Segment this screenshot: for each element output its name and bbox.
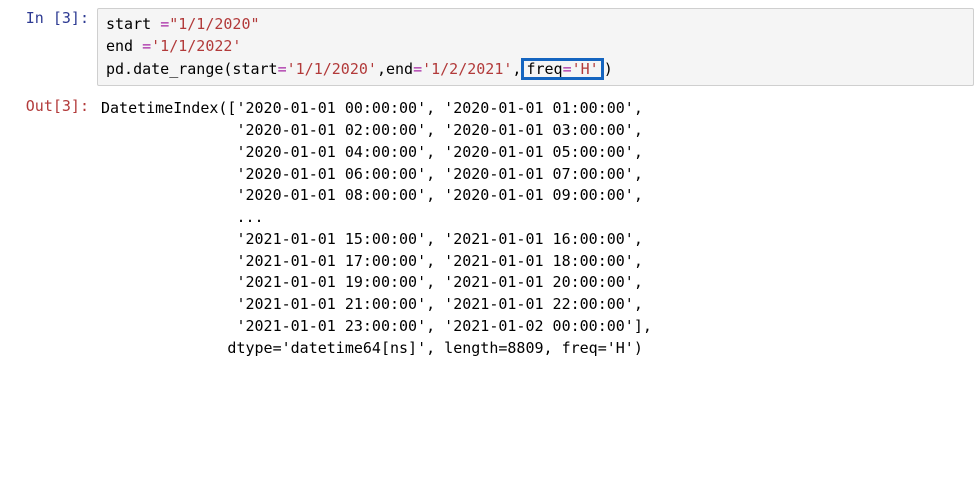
code-token: '1/1/2022' — [151, 37, 241, 55]
code-token: "1/1/2020" — [169, 15, 259, 33]
code-token: freq — [526, 60, 562, 78]
output-line: dtype='datetime64[ns]', length=8809, fre… — [101, 339, 643, 357]
highlight-box: freq='H' — [521, 58, 603, 81]
code-output: DatetimeIndex(['2020-01-01 00:00:00', '2… — [97, 96, 974, 361]
output-line: '2021-01-01 17:00:00', '2021-01-01 18:00… — [101, 252, 643, 270]
code-token: '1/1/2020' — [287, 60, 377, 78]
output-cell: Out[3]: DatetimeIndex(['2020-01-01 00:00… — [4, 96, 974, 361]
output-line: DatetimeIndex(['2020-01-01 00:00:00', '2… — [101, 99, 643, 117]
code-token: start — [106, 15, 160, 33]
code-token: pd.date_range(start — [106, 60, 278, 78]
input-cell: In [3]: start ="1/1/2020" end ='1/1/2022… — [4, 8, 974, 86]
input-prompt: In [3]: — [4, 8, 97, 30]
code-token: 'H' — [572, 60, 599, 78]
code-input[interactable]: start ="1/1/2020" end ='1/1/2022' pd.dat… — [97, 8, 974, 86]
code-token: = — [160, 15, 169, 33]
code-token: = — [278, 60, 287, 78]
output-line: '2020-01-01 06:00:00', '2020-01-01 07:00… — [101, 165, 643, 183]
code-token: '1/2/2021' — [422, 60, 512, 78]
code-token: end — [106, 37, 142, 55]
output-line: '2021-01-01 21:00:00', '2021-01-01 22:00… — [101, 295, 643, 313]
code-token: , — [512, 60, 521, 78]
output-line: '2020-01-01 02:00:00', '2020-01-01 03:00… — [101, 121, 643, 139]
code-token: ,end — [377, 60, 413, 78]
output-line: '2021-01-01 19:00:00', '2021-01-01 20:00… — [101, 273, 643, 291]
output-line: '2021-01-01 23:00:00', '2021-01-02 00:00… — [101, 317, 652, 335]
output-line: ... — [101, 208, 264, 226]
code-token: = — [142, 37, 151, 55]
output-line: '2020-01-01 08:00:00', '2020-01-01 09:00… — [101, 186, 643, 204]
code-token: = — [563, 60, 572, 78]
code-token: = — [413, 60, 422, 78]
output-prompt: Out[3]: — [4, 96, 97, 118]
output-line: '2020-01-01 04:00:00', '2020-01-01 05:00… — [101, 143, 643, 161]
output-line: '2021-01-01 15:00:00', '2021-01-01 16:00… — [101, 230, 643, 248]
code-token: ) — [604, 60, 613, 78]
